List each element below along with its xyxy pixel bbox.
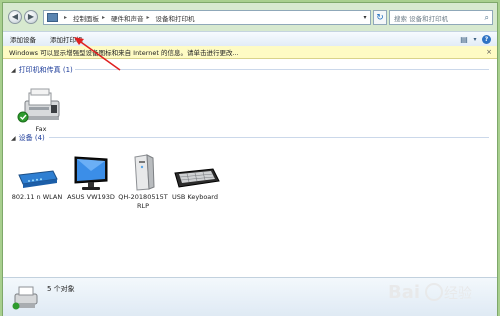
fax-icon xyxy=(11,85,71,123)
group-header-printers[interactable]: ◢ 打印机和传真 (1) xyxy=(11,65,73,75)
group-divider xyxy=(75,69,489,70)
keyboard-icon xyxy=(165,153,225,191)
device-item-computer[interactable]: QH-20180515T RLP xyxy=(113,153,173,211)
printer-icon xyxy=(12,286,38,310)
device-label: QH-20180515T RLP xyxy=(118,193,168,210)
chevron-right-icon: ▸ xyxy=(146,14,150,21)
device-item-fax[interactable]: Fax xyxy=(11,85,71,134)
search-placeholder: 搜索 设备和打印机 xyxy=(394,14,449,23)
baidu-watermark-logo: Bai 经验 xyxy=(388,282,472,303)
control-panel-icon xyxy=(47,13,58,22)
refresh-icon: ↻ xyxy=(376,12,384,23)
chevron-right-icon: ▸ xyxy=(102,14,106,21)
device-label: 802.11 n WLAN xyxy=(11,193,63,201)
device-item-monitor[interactable]: ASUS VW193D xyxy=(61,153,121,202)
search-input[interactable]: 搜索 设备和打印机 ⌕ xyxy=(389,10,493,25)
forward-button[interactable]: ▶ xyxy=(24,10,38,24)
forward-arrow-icon: ▶ xyxy=(27,12,35,21)
back-arrow-icon: ◀ xyxy=(11,12,19,21)
chevron-down-icon[interactable]: ▾ xyxy=(360,14,370,21)
device-item-keyboard[interactable]: USB Keyboard xyxy=(165,153,225,202)
navigation-bar: ◀ ▶ ▸ 控制面板 ▸ 硬件和声音 ▸ 设备和打印机 ▾ ↻ 搜索 设备和打印机 … xyxy=(3,3,497,31)
breadcrumb-label: 硬件和声音 xyxy=(111,14,144,23)
device-list: ◢ 打印机和传真 (1) Fax ◢ 设备 (4) 802.11 n WLAN … xyxy=(3,59,497,277)
chevron-right-icon: ▸ xyxy=(64,14,68,21)
view-options-icon[interactable]: ▤ xyxy=(457,35,471,44)
add-printer-button[interactable]: 添加打印机 xyxy=(43,34,90,44)
device-item-wlan[interactable]: 802.11 n WLAN xyxy=(7,153,67,202)
chevron-down-icon: ◢ xyxy=(11,134,16,142)
computer-tower-icon xyxy=(113,153,173,191)
device-label: USB Keyboard xyxy=(172,193,218,201)
refresh-button[interactable]: ↻ xyxy=(373,10,387,25)
monitor-icon xyxy=(61,153,121,191)
search-icon: ⌕ xyxy=(484,12,489,22)
toolbar: 添加设备 添加打印机 ▤ ▾ ? xyxy=(3,31,497,47)
group-title: 打印机和传真 (1) xyxy=(18,66,73,74)
group-title: 设备 (4) xyxy=(18,134,45,142)
breadcrumb-label: 设备和打印机 xyxy=(155,14,195,23)
add-device-button[interactable]: 添加设备 xyxy=(3,34,43,44)
chevron-down-icon: ◢ xyxy=(11,66,16,74)
breadcrumb: ▸ xyxy=(61,14,70,21)
device-label: ASUS VW193D xyxy=(67,193,115,201)
info-bar-text: Windows 可以显示增强型设备图标和来自 Internet 的信息。请单击进… xyxy=(9,49,239,57)
object-count: 5 个对象 xyxy=(47,285,75,293)
breadcrumb-hardware-sound[interactable]: 硬件和声音 ▸ xyxy=(111,13,153,23)
breadcrumb-control-panel[interactable]: 控制面板 ▸ xyxy=(73,13,108,23)
group-divider xyxy=(49,137,489,138)
view-dropdown-icon[interactable]: ▾ xyxy=(471,36,479,43)
svg-text:Bai: Bai xyxy=(388,282,420,303)
close-icon[interactable]: × xyxy=(486,48,492,56)
breadcrumb-devices-printers[interactable]: 设备和打印机 xyxy=(156,13,195,23)
address-bar[interactable]: ▸ 控制面板 ▸ 硬件和声音 ▸ 设备和打印机 ▾ xyxy=(43,10,371,25)
back-button[interactable]: ◀ xyxy=(8,10,22,24)
group-header-devices[interactable]: ◢ 设备 (4) xyxy=(11,133,45,143)
wlan-adapter-icon xyxy=(7,153,67,191)
breadcrumb-label: 控制面板 xyxy=(73,14,100,23)
toolbar-right: ▤ ▾ ? xyxy=(457,34,497,44)
help-icon[interactable]: ? xyxy=(482,34,491,44)
devices-printers-window: ◀ ▶ ▸ 控制面板 ▸ 硬件和声音 ▸ 设备和打印机 ▾ ↻ 搜索 设备和打印机 … xyxy=(2,2,498,316)
svg-text:经验: 经验 xyxy=(444,286,472,302)
info-bar[interactable]: Windows 可以显示增强型设备图标和来自 Internet 的信息。请单击进… xyxy=(3,46,497,59)
